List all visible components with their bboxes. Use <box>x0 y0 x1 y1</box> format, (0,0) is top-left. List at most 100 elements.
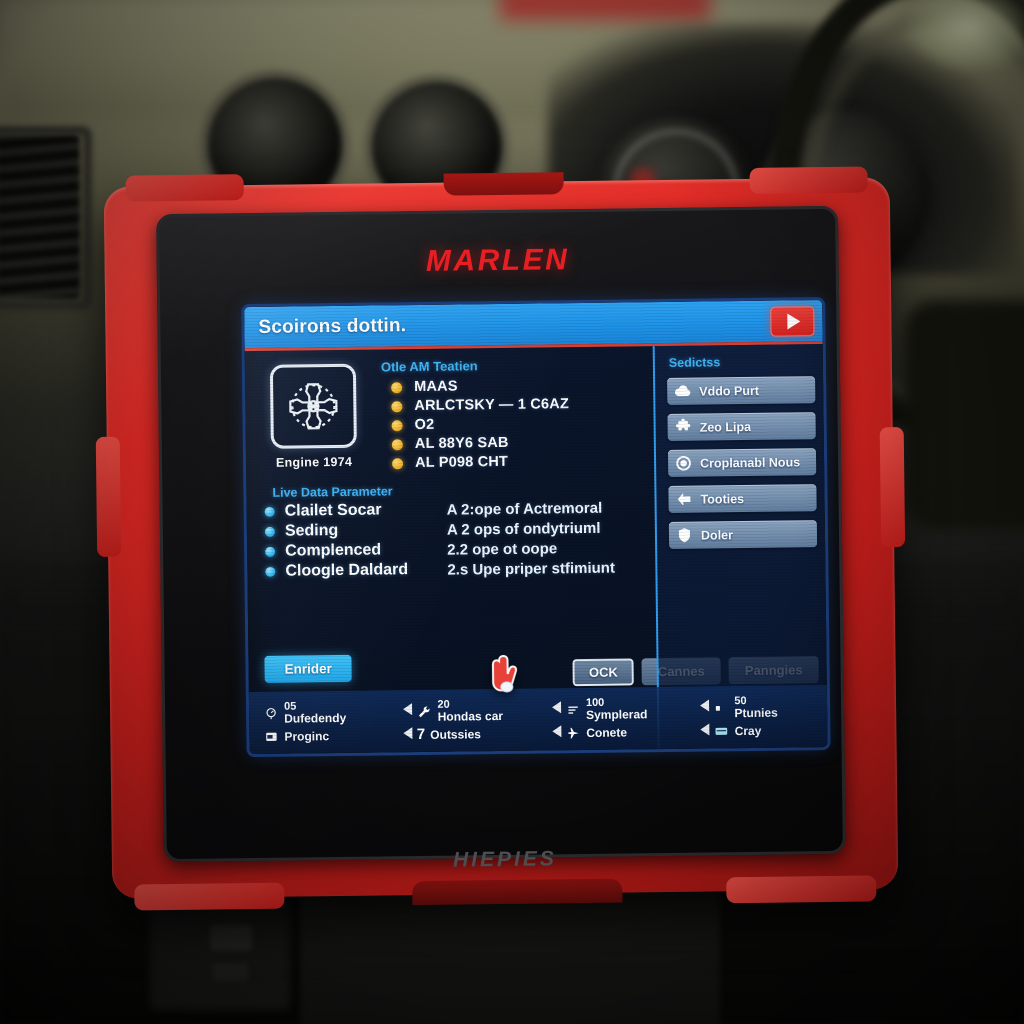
status-lines: 20 Hondas car 7 Outssies <box>416 698 503 744</box>
arrow-left-icon <box>677 492 691 506</box>
status-label: Conete <box>586 724 628 740</box>
puzzle-icon <box>676 418 691 431</box>
side-vent-frame <box>0 126 92 310</box>
red-object-top <box>500 0 710 20</box>
status-value: 7 <box>416 726 426 744</box>
case-corner-tab-top-left <box>125 174 244 202</box>
sidebar-heading: Sedictss <box>668 355 721 370</box>
window-icon <box>266 732 277 741</box>
sidebar-item-label: Zeo Lipa <box>699 419 752 435</box>
dtc-list-item[interactable]: ARLCTSKY — 1 C6AZ <box>381 395 647 414</box>
status-arrows[interactable] <box>403 700 413 739</box>
dtc-list-item[interactable]: MAAS <box>381 376 647 395</box>
sidebar-item-label: Vddo Purt <box>699 383 760 399</box>
dtc-code-label: MAAS <box>414 378 458 396</box>
sidebar-item-tooties[interactable]: Tooties <box>668 484 817 513</box>
status-dot-icon <box>392 457 404 469</box>
status-dot-icon <box>391 381 403 393</box>
live-data-name: Seding <box>284 521 339 540</box>
case-bottom-notch <box>412 878 623 906</box>
dtc-list-heading: Otle AM Teatien <box>380 358 478 375</box>
dtc-list-item[interactable]: AL 88Y6 SAB <box>382 433 648 452</box>
sidebar-item-croplanabl-nous[interactable]: Croplanabl Nous <box>667 448 817 477</box>
live-data-dot-icon <box>265 546 276 557</box>
app-title-bar: Scoirons dottin. <box>244 300 823 352</box>
console-left-panel <box>150 900 290 1010</box>
action-button-bar: Enrider OCK Cannes Panngies <box>248 643 819 690</box>
enter-button[interactable]: Enrider <box>264 654 353 683</box>
live-data-row[interactable]: Cloogle Daldard 2.s Upe priper stfimiunt <box>247 558 655 581</box>
arrow-left-icon[interactable] <box>552 725 562 738</box>
status-label: Proginc <box>284 728 330 744</box>
record-icon <box>676 455 691 471</box>
dtc-code-label: AL P098 CHT <box>414 453 509 472</box>
steering-wheel-spoke <box>905 300 1024 530</box>
console-button-1 <box>210 925 252 951</box>
live-data-name: Complenced <box>285 541 382 560</box>
live-data-row[interactable]: Complenced 2.2 ope ot oope <box>247 538 655 561</box>
gauge-icon <box>266 707 276 720</box>
status-line: 05 Dufedendy <box>263 701 346 726</box>
case-corner-tab-bottom-left <box>134 882 285 911</box>
status-column[interactable]: 50 Ptunies Cray <box>700 695 821 738</box>
status-label: Outssies <box>430 726 482 742</box>
sidebar-item-zeo-lipa[interactable]: Zeo Lipa <box>667 412 816 441</box>
lcd-screen: Scoirons dottin. Engine 1974 Otle AM Tea… <box>244 300 828 755</box>
scene-root: MARLEN HIEPIES Scoirons dottin. Engine 1… <box>0 0 1024 1024</box>
status-dot-icon <box>391 400 403 412</box>
module-and-dtc-section: Engine 1974 Otle AM Teatien MAAS ARLCTSK… <box>245 356 654 476</box>
play-icon <box>787 312 801 329</box>
status-column[interactable]: 05 Dufedendy Proginc <box>255 700 404 743</box>
status-label: Symplerad <box>585 707 648 723</box>
play-button[interactable] <box>770 305 815 337</box>
console-button-2 <box>212 963 248 981</box>
status-line: 50 Ptunies <box>713 695 778 721</box>
status-column[interactable]: 20 Hondas car 7 Outssies <box>403 698 552 744</box>
page-title: Scoirons dottin. <box>258 314 407 338</box>
dtc-code-label: O2 <box>414 416 435 434</box>
dtc-code-label: ARLCTSKY — 1 C6AZ <box>414 396 570 415</box>
live-data-dot-icon <box>264 506 275 517</box>
live-data-name: Clailet Socar <box>284 501 382 520</box>
status-column[interactable]: 100 Symplerad Conete <box>551 697 701 740</box>
arrow-left-icon[interactable] <box>403 702 413 715</box>
dtc-list-item[interactable]: O2 <box>382 414 648 433</box>
dtc-code-label: AL 88Y6 SAB <box>414 434 509 453</box>
case-corner-tab-bottom-right <box>726 875 877 904</box>
status-line: 20 Hondas car <box>416 698 503 723</box>
sidebar-item-label: Tooties <box>700 491 745 507</box>
status-label: Dufedendy <box>284 711 347 726</box>
engine-icon <box>269 363 357 449</box>
cloud-icon <box>674 385 691 397</box>
engine-module-tile[interactable]: Engine 1974 <box>257 360 370 476</box>
flight-icon <box>568 727 579 739</box>
sidebar-item-label: Croplanabl Nous <box>700 454 801 471</box>
engine-module-label: Engine 1974 <box>275 454 353 470</box>
live-data-row[interactable]: Seding A 2 ops of ondytriuml <box>247 518 655 541</box>
status-label: Ptunies <box>734 705 778 721</box>
arrow-left-icon[interactable] <box>700 699 710 712</box>
live-data-name: Cloogle Daldard <box>285 561 409 580</box>
status-arrows[interactable] <box>700 697 710 736</box>
status-label: Cray <box>734 723 762 738</box>
arrow-left-icon[interactable] <box>403 726 413 739</box>
case-top-notch <box>443 172 564 196</box>
case-corner-tab-top-right <box>749 166 868 194</box>
dtc-list-item[interactable]: AL P098 CHT <box>382 452 648 471</box>
arrow-left-icon[interactable] <box>551 701 562 714</box>
hand-pointer-cursor <box>491 654 518 693</box>
live-data-heading: Live Data Parameter <box>272 484 393 500</box>
sidebar-item-vddo-purt[interactable]: Vddo Purt <box>667 376 816 405</box>
live-data-dot-icon <box>265 566 276 577</box>
ok-button[interactable]: OCK <box>572 658 635 687</box>
status-line: 100 Symplerad <box>565 697 648 722</box>
sidebar-item-doler[interactable]: Doler <box>668 520 818 549</box>
status-lines: 50 Ptunies Cray <box>713 695 778 738</box>
case-side-grip-right <box>879 427 906 548</box>
status-arrows[interactable] <box>551 698 562 738</box>
small-num-icon <box>716 706 721 711</box>
live-data-row[interactable]: Clailet Socar A 2:ope of Actremoral <box>247 498 655 521</box>
card-icon <box>715 727 728 735</box>
arrow-left-icon[interactable] <box>700 723 710 736</box>
wrench-icon <box>419 706 430 717</box>
